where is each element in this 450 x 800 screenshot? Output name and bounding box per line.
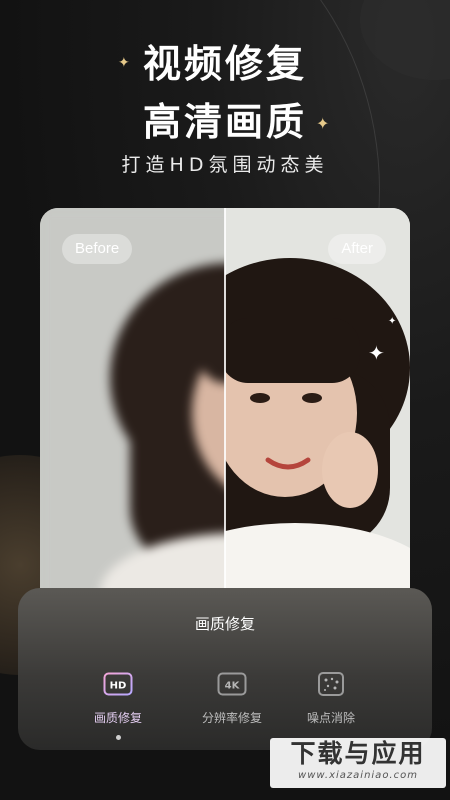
watermark-text: 下载与应用	[290, 739, 426, 768]
repair-tools-panel: 画质修复 HD 画质修复 4K 分辨率修复 噪点消除	[18, 588, 432, 750]
sparkle-icon: ✦	[368, 341, 385, 365]
after-label: After	[328, 234, 386, 264]
noise-icon	[318, 672, 344, 696]
tool-label: 画质修复	[93, 711, 142, 725]
tool-noise-removal[interactable]: 噪点消除	[281, 672, 381, 726]
watermark-url: www.xiazainiao.com	[298, 770, 418, 781]
tool-label: 分辨率修复	[201, 711, 262, 725]
watermark-logo: 下载与应用 www.xiazainiao.com	[270, 738, 446, 788]
before-after-comparison[interactable]: ✦ ✦ Before After	[40, 208, 410, 608]
4k-badge-text: 4K	[225, 681, 241, 692]
after-image: ✦ ✦	[225, 208, 410, 608]
comparison-slider-handle[interactable]	[224, 208, 226, 608]
app-screen: ✦ ✦ 视频修复 高清画质 打造HD氛围动态美 ✦ ✦ Before After…	[0, 0, 450, 800]
tool-quality-repair[interactable]: HD 画质修复	[68, 672, 168, 740]
selected-indicator	[115, 735, 121, 740]
headline-line-2: 高清画质	[142, 100, 307, 144]
subheadline: 打造HD氛围动态美	[121, 154, 329, 176]
headline-line-1: 视频修复	[142, 42, 307, 86]
before-image	[40, 208, 225, 608]
before-label: Before	[62, 234, 133, 264]
panel-title: 画质修复	[194, 615, 255, 633]
4k-icon: 4K	[217, 672, 247, 696]
hd-badge-text: HD	[110, 681, 127, 692]
sparkle-icon: ✦	[388, 316, 397, 327]
tool-label: 噪点消除	[306, 711, 355, 725]
hd-icon: HD	[103, 672, 133, 696]
tool-resolution-repair[interactable]: 4K 分辨率修复	[182, 672, 282, 726]
